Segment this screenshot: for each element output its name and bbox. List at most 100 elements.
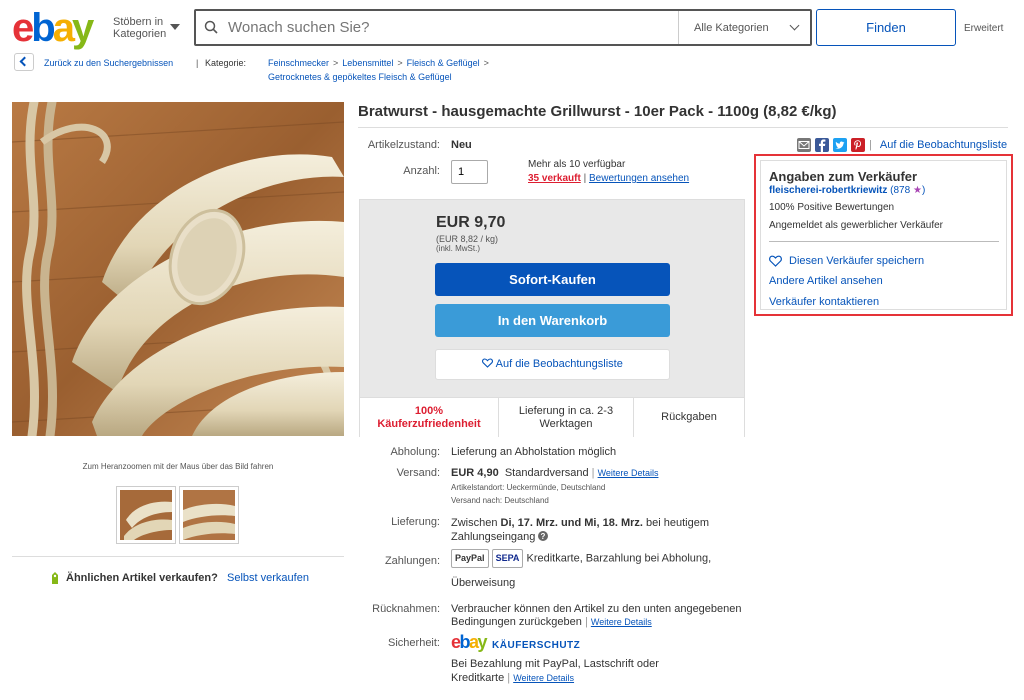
reviews-link[interactable]: Bewertungen ansehen <box>589 173 689 184</box>
security-details-link[interactable]: Weitere Details <box>513 673 574 683</box>
category-select-label: Alle Kategorien <box>694 22 769 34</box>
quantity-label: Anzahl: <box>403 165 440 177</box>
watchlist-button[interactable]: Auf die Beobachtungsliste <box>435 349 670 380</box>
shipping-price: EUR 4,90 <box>451 467 499 479</box>
security-line1: Bei Bezahlung mit PayPal, Lastschrift od… <box>451 658 659 670</box>
delivery-estimate: Lieferung in ca. 2-3 Werktagen <box>499 398 634 437</box>
trust-row: 100% Käuferzufriedenheit Lieferung in ca… <box>360 397 744 437</box>
thumbnail[interactable] <box>116 486 176 544</box>
returns-value: Verbraucher können den Artikel zu den un… <box>451 603 742 629</box>
seller-info-box: Angaben zum Verkäufer fleischerei-robert… <box>754 154 1013 316</box>
help-icon[interactable]: ? <box>538 531 549 541</box>
buyer-protection-badge: ebay KÄUFERSCHUTZ <box>451 632 580 653</box>
separator: | <box>584 616 588 628</box>
contact-seller-link[interactable]: Verkäufer kontaktieren <box>769 296 879 308</box>
breadcrumb-item[interactable]: Getrocknetes & gepökeltes Fleisch & Gefl… <box>268 72 452 82</box>
svg-text:?: ? <box>541 532 546 541</box>
logo-letter-y: y <box>477 632 488 652</box>
browse-categories-button[interactable]: Stöbern in Kategorien <box>113 16 173 40</box>
separator: | <box>591 467 595 479</box>
email-icon[interactable] <box>797 138 811 152</box>
delivery-line2: Zahlungseingang <box>451 531 536 543</box>
seller-registration: Angemeldet als gewerblicher Verkäufer <box>769 220 943 231</box>
ships-to: Versand nach: Deutschland <box>451 496 549 505</box>
add-to-watchlist-link[interactable]: Auf die Beobachtungsliste <box>880 139 1007 151</box>
thumbnail[interactable] <box>179 486 239 544</box>
condition-value: Neu <box>451 139 472 151</box>
delivery-label: Lieferung: <box>391 516 440 528</box>
chevron-down-icon[interactable] <box>170 24 180 30</box>
pickup-label: Abholung: <box>390 446 440 458</box>
find-button[interactable]: Finden <box>816 9 956 46</box>
add-to-cart-button[interactable]: In den Warenkorb <box>435 304 670 337</box>
payment-line2: Überweisung <box>451 577 516 589</box>
logo-letter-e: e <box>451 632 461 652</box>
facebook-icon[interactable] <box>815 138 829 152</box>
shipping-details-link[interactable]: Weitere Details <box>598 468 659 478</box>
thumbnail-image <box>183 490 235 540</box>
seller-rating-count: 878 <box>893 185 911 196</box>
pickup-value: Lieferung an Abholstation möglich <box>451 446 617 458</box>
breadcrumb: Getrocknetes & gepökeltes Fleisch & Gefl… <box>268 70 452 85</box>
ebay-logo[interactable]: ebay <box>12 6 94 50</box>
returns-line2: Bedingungen zurückgeben <box>451 616 582 628</box>
breadcrumb-divider: | <box>196 58 199 68</box>
buy-now-button[interactable]: Sofort-Kaufen <box>435 263 670 296</box>
logo-letter-a: a <box>52 6 75 50</box>
back-to-results-link[interactable]: Zurück zu den Suchergebnissen <box>44 56 173 71</box>
separator: | <box>583 173 587 184</box>
save-seller-link[interactable]: Diesen Verkäufer speichern <box>789 255 924 267</box>
breadcrumb: Feinschmecker > Lebensmittel > Fleisch & Gef… <box>268 58 489 68</box>
sold-count-link[interactable]: 35 verkauft <box>528 173 581 184</box>
twitter-icon[interactable] <box>833 138 847 152</box>
sausage-photo <box>12 102 344 436</box>
chevron-down-icon <box>789 20 800 31</box>
seller-name-link[interactable]: fleischerei-robertkriewitz <box>769 185 887 196</box>
returns-details-link[interactable]: Weitere Details <box>591 617 652 627</box>
quantity-input[interactable] <box>451 160 488 184</box>
security-label: Sicherheit: <box>388 637 440 649</box>
sell-similar-question: Ähnlichen Artikel verkaufen? <box>66 572 218 584</box>
sell-yourself-link[interactable]: Selbst verkaufen <box>227 572 309 584</box>
zoom-hint: Zum Heranzoomen mit der Maus über das Bi… <box>82 462 274 471</box>
sepa-logo: SEPA <box>491 549 524 568</box>
search-bar: Alle Kategorien <box>194 9 812 46</box>
thumbnail-image <box>120 490 172 540</box>
availability-text: Mehr als 10 verfügbar <box>528 159 626 170</box>
delivery-range: Di, 17. Mrz. und Mi, 18. Mrz. <box>500 517 643 529</box>
pinterest-icon[interactable] <box>851 138 865 152</box>
separator: | <box>507 672 511 684</box>
breadcrumb-category-label: Kategorie: <box>205 58 247 68</box>
sausage-thumb <box>183 490 235 540</box>
back-arrow-button[interactable] <box>14 53 34 71</box>
buy-box: EUR 9,70 (EUR 8,82 / kg) (inkl. MwSt.) So… <box>359 199 745 437</box>
logo-letter-a: a <box>469 632 479 652</box>
ebay-mini-logo: ebay <box>451 632 488 652</box>
seller-info-panel: Angaben zum Verkäufer fleischerei-robert… <box>760 160 1007 310</box>
divider <box>769 241 999 242</box>
search-input[interactable] <box>228 11 668 44</box>
returns-label: Rücknahmen: <box>372 603 440 615</box>
breadcrumb-item[interactable]: Lebensmittel <box>342 58 393 68</box>
heart-icon <box>482 358 494 368</box>
product-image[interactable] <box>12 102 344 436</box>
breadcrumb-item[interactable]: Fleisch & Geflügel <box>407 58 480 68</box>
breadcrumb-item[interactable]: Feinschmecker <box>268 58 329 68</box>
share-row: | Auf die Beobachtungsliste <box>797 138 1007 152</box>
heart-icon[interactable] <box>769 255 782 267</box>
security-line2: Kreditkarte <box>451 672 505 684</box>
advanced-search-link[interactable]: Erweitert <box>964 23 1003 34</box>
price: EUR 9,70 <box>436 214 506 231</box>
watchlist-button-label: Auf die Beobachtungsliste <box>495 358 623 370</box>
sausage-thumb <box>120 490 172 540</box>
buyer-satisfaction: 100% Käuferzufriedenheit <box>360 398 499 437</box>
logo-letter-e: e <box>12 6 34 50</box>
category-select[interactable]: Alle Kategorien <box>678 11 810 44</box>
separator: | <box>869 139 872 151</box>
payment-methods: Kreditkarte, Barzahlung bei Abholung, <box>526 552 712 565</box>
shipping-method: Standardversand <box>504 467 589 479</box>
seller-name: fleischerei-robertkriewitz <box>769 185 888 196</box>
seller-rating-link[interactable]: (878 ★) <box>890 185 925 196</box>
other-items-link[interactable]: Andere Artikel ansehen <box>769 275 883 287</box>
star-icon: ★ <box>912 185 922 196</box>
